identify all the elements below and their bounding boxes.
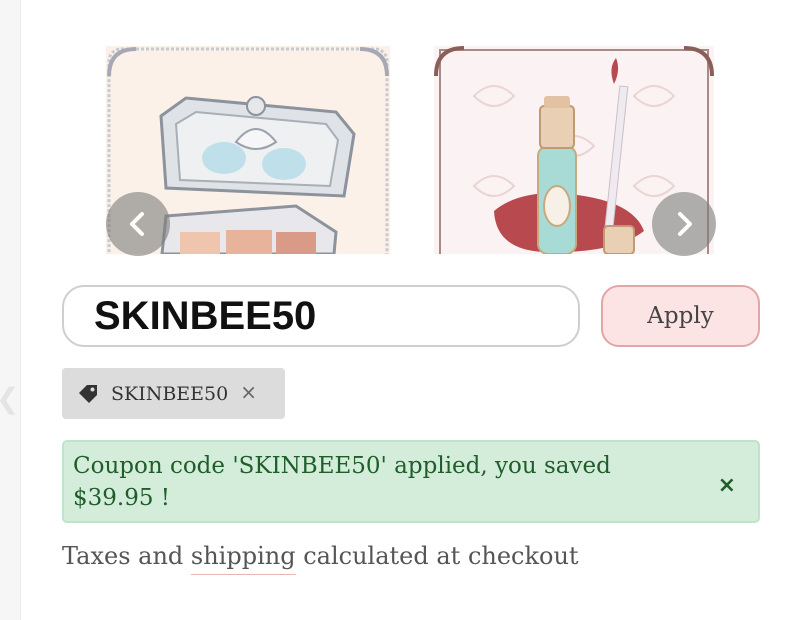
close-icon[interactable]: ×: [718, 470, 736, 502]
chevron-left-icon: ❮: [0, 382, 19, 415]
tag-icon: [79, 384, 97, 403]
carousel-next-button[interactable]: [652, 192, 716, 256]
checkout-note-prefix: Taxes and: [62, 542, 191, 570]
apply-coupon-button[interactable]: Apply: [601, 285, 760, 347]
remove-coupon-button[interactable]: ×: [240, 380, 257, 404]
success-message-text: Coupon code 'SKINBEE50' applied, you sav…: [73, 453, 611, 511]
checkout-note-suffix: calculated at checkout: [295, 542, 579, 570]
shipping-link[interactable]: shipping: [190, 542, 296, 575]
left-gutter: ❮: [0, 0, 21, 620]
product-carousel: [62, 40, 762, 256]
coupon-code-input[interactable]: [62, 285, 580, 347]
applied-coupon-tag: SKINBEE50 ×: [62, 368, 285, 419]
chevron-left-icon: [130, 212, 144, 236]
coupon-success-message: Coupon code 'SKINBEE50' applied, you sav…: [62, 440, 760, 523]
checkout-note: Taxes and shipping calculated at checkou…: [62, 542, 579, 575]
applied-coupon-code: SKINBEE50: [111, 382, 229, 405]
chevron-right-icon: [678, 212, 692, 236]
carousel-prev-button[interactable]: [106, 192, 170, 256]
